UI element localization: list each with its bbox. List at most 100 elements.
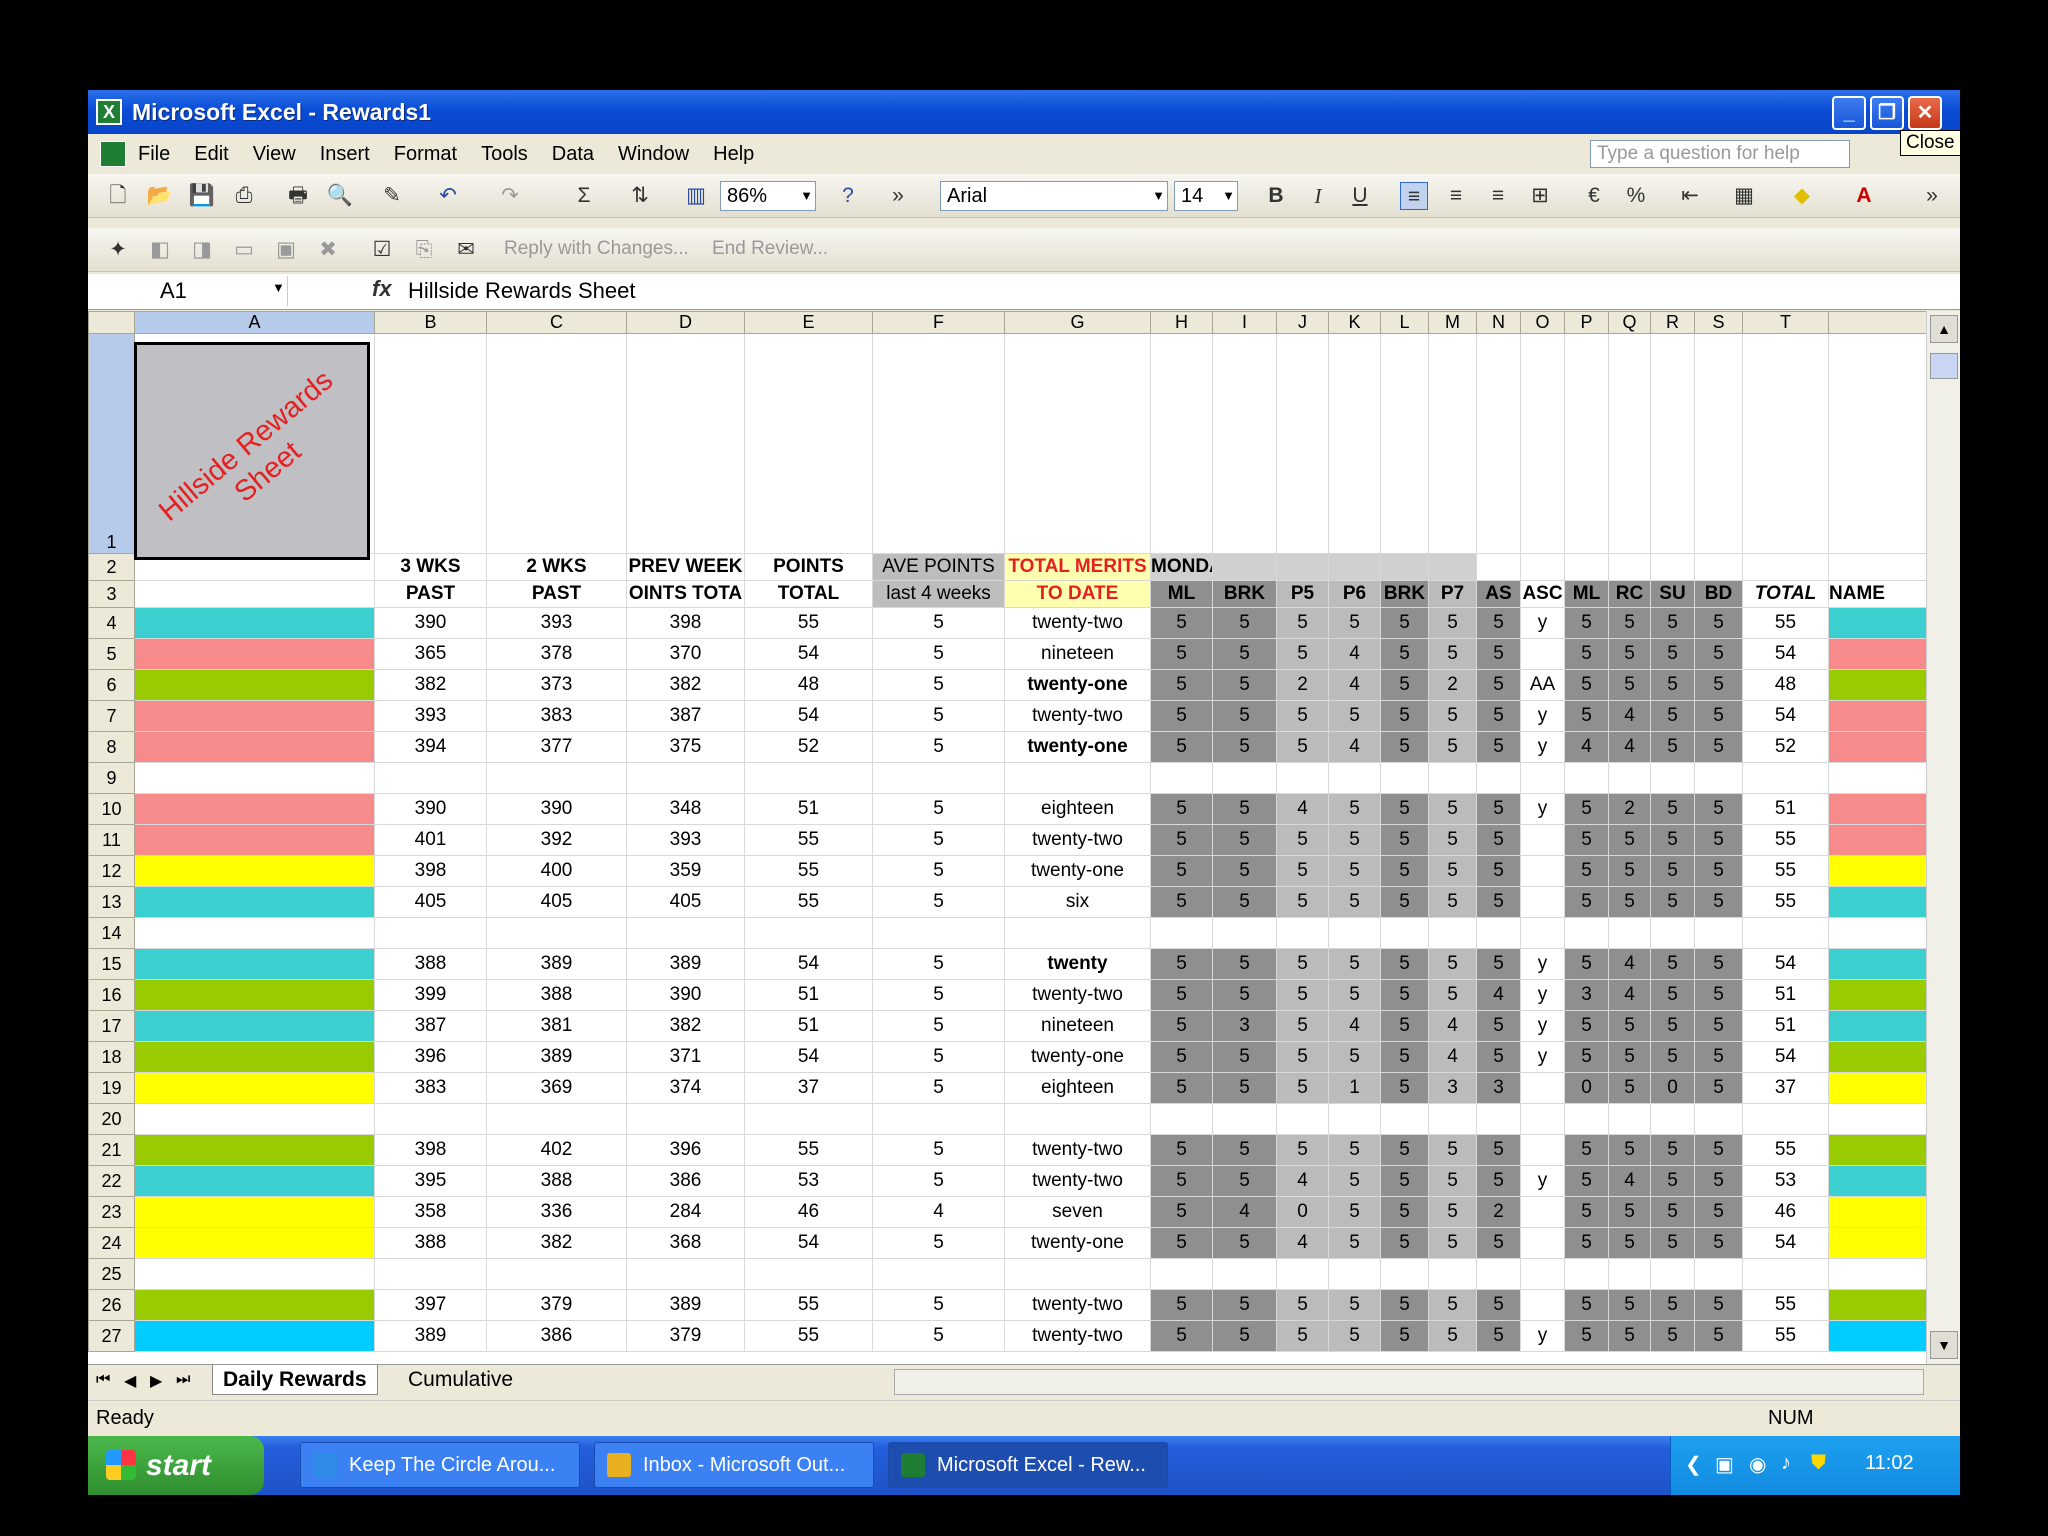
row-header[interactable]: 27 (88, 1320, 135, 1352)
data-cell[interactable]: twenty-two (1004, 1289, 1151, 1321)
data-cell[interactable] (744, 917, 873, 949)
data-cell[interactable]: seven (1004, 1196, 1151, 1228)
data-cell[interactable]: twenty-two (1004, 1134, 1151, 1166)
data-cell[interactable]: 379 (626, 1320, 745, 1352)
data-cell[interactable] (1694, 1258, 1743, 1290)
data-cell[interactable]: 5 (1650, 731, 1695, 763)
data-cell[interactable]: 389 (486, 948, 627, 980)
data-cell[interactable]: 398 (374, 855, 487, 887)
row-header[interactable]: 16 (88, 979, 135, 1011)
last-sheet-icon[interactable]: ⏭ (176, 1371, 190, 1389)
name-cell[interactable] (1828, 731, 1926, 763)
data-cell[interactable]: 397 (374, 1289, 487, 1321)
name-cell[interactable] (1828, 1289, 1926, 1321)
data-cell[interactable]: 5 (1476, 886, 1521, 918)
data-cell[interactable]: 5 (1476, 1010, 1521, 1042)
next-sheet-icon[interactable]: ▶ (150, 1371, 162, 1391)
data-cell[interactable]: 51 (1742, 1010, 1829, 1042)
chart-wizard-icon[interactable]: ▥ (682, 182, 710, 210)
cell[interactable] (1828, 333, 1926, 554)
data-cell[interactable]: 400 (486, 855, 627, 887)
name-color-cell[interactable] (134, 1165, 375, 1197)
data-cell[interactable]: 284 (626, 1196, 745, 1228)
data-cell[interactable]: 405 (626, 886, 745, 918)
data-cell[interactable] (1520, 1289, 1565, 1321)
data-cell[interactable]: 55 (1742, 824, 1829, 856)
data-cell[interactable]: 5 (1476, 1041, 1521, 1073)
data-cell[interactable]: y (1520, 793, 1565, 825)
header-cell[interactable]: P7 (1428, 580, 1477, 608)
data-cell[interactable]: 388 (486, 1165, 627, 1197)
data-cell[interactable] (1742, 762, 1829, 794)
data-cell[interactable]: 5 (1476, 731, 1521, 763)
header-cell[interactable] (1328, 553, 1381, 581)
header-cell[interactable] (1828, 553, 1926, 581)
data-cell[interactable]: 5 (1650, 700, 1695, 732)
data-cell[interactable]: 386 (486, 1320, 627, 1352)
data-cell[interactable]: twenty-one (1004, 669, 1151, 701)
data-cell[interactable]: 46 (744, 1196, 873, 1228)
row-header[interactable]: 10 (88, 793, 135, 825)
column-header[interactable]: O (1520, 311, 1565, 334)
data-cell[interactable]: 393 (374, 700, 487, 732)
cell[interactable] (486, 333, 627, 554)
header-cell[interactable]: AS (1476, 580, 1521, 608)
data-cell[interactable]: 4 (1608, 700, 1651, 732)
data-cell[interactable]: 5 (1380, 1134, 1429, 1166)
data-cell[interactable]: 5 (1150, 669, 1213, 701)
data-cell[interactable]: 2 (1476, 1196, 1521, 1228)
data-cell[interactable]: 3 (1564, 979, 1609, 1011)
data-cell[interactable] (1380, 1103, 1429, 1135)
restore-button[interactable]: ❐ (1870, 96, 1904, 130)
name-color-cell[interactable] (134, 917, 375, 949)
scroll-down-icon[interactable]: ▼ (1930, 1331, 1958, 1359)
data-cell[interactable]: 5 (1564, 1196, 1609, 1228)
data-cell[interactable]: 365 (374, 638, 487, 670)
data-cell[interactable]: 5 (1150, 731, 1213, 763)
header-cell[interactable]: TOTAL (744, 580, 873, 608)
close-button[interactable]: ✕ (1908, 96, 1942, 130)
help-icon[interactable]: ? (834, 182, 862, 210)
data-cell[interactable]: 5 (1694, 1010, 1743, 1042)
data-cell[interactable]: 5 (1380, 979, 1429, 1011)
data-cell[interactable]: 5 (1608, 1010, 1651, 1042)
data-cell[interactable]: 382 (626, 1010, 745, 1042)
data-cell[interactable]: 390 (486, 793, 627, 825)
data-cell[interactable]: 378 (486, 638, 627, 670)
column-header[interactable]: C (486, 311, 627, 334)
vertical-scrollbar[interactable]: ▲ ▼ (1926, 311, 1960, 1364)
data-cell[interactable]: 5 (1428, 1227, 1477, 1259)
column-header[interactable] (1828, 311, 1926, 334)
data-cell[interactable] (1520, 855, 1565, 887)
data-cell[interactable]: 5 (1380, 607, 1429, 639)
column-header[interactable]: M (1428, 311, 1477, 334)
data-cell[interactable]: 5 (872, 1289, 1005, 1321)
data-cell[interactable]: 5 (1650, 1320, 1695, 1352)
data-cell[interactable]: 5 (1650, 607, 1695, 639)
data-cell[interactable]: 51 (1742, 793, 1829, 825)
data-cell[interactable]: 5 (1694, 1134, 1743, 1166)
data-cell[interactable]: 5 (1650, 1289, 1695, 1321)
print-icon[interactable]: 🖶 (284, 182, 312, 210)
header-cell[interactable]: PREV WEEK (626, 553, 745, 581)
data-cell[interactable]: 379 (486, 1289, 627, 1321)
data-cell[interactable] (1476, 1258, 1521, 1290)
data-cell[interactable]: six (1004, 886, 1151, 918)
name-cell[interactable] (1828, 1258, 1926, 1290)
data-cell[interactable]: 52 (1742, 731, 1829, 763)
data-cell[interactable]: 55 (1742, 607, 1829, 639)
data-cell[interactable] (486, 917, 627, 949)
data-cell[interactable]: 5 (1150, 1072, 1213, 1104)
data-cell[interactable]: 5 (1380, 1289, 1429, 1321)
data-cell[interactable]: twenty-one (1004, 1227, 1151, 1259)
data-cell[interactable] (1428, 762, 1477, 794)
data-cell[interactable] (1650, 1258, 1695, 1290)
name-cell[interactable] (1828, 1103, 1926, 1135)
column-header[interactable]: H (1150, 311, 1213, 334)
header-cell[interactable]: BRK (1212, 580, 1277, 608)
align-left-icon[interactable]: ≡ (1400, 182, 1428, 210)
data-cell[interactable] (374, 917, 487, 949)
data-cell[interactable] (1608, 762, 1651, 794)
data-cell[interactable]: 5 (1476, 948, 1521, 980)
data-cell[interactable]: 382 (486, 1227, 627, 1259)
